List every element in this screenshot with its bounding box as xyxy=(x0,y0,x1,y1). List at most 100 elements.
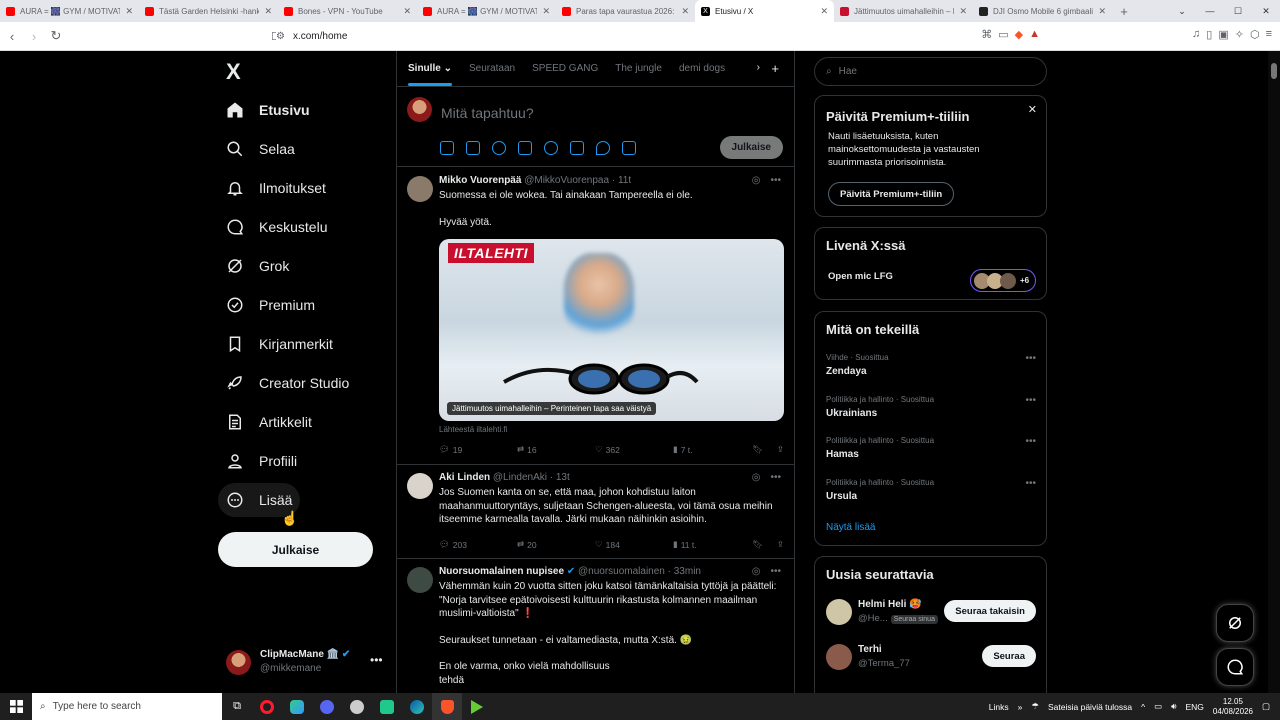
maximize-icon[interactable]: ☐ xyxy=(1224,0,1252,22)
grok-float-button[interactable] xyxy=(1216,604,1254,642)
trend-item[interactable]: Politiikka ja hallinto · Suosittua Hamas •… xyxy=(826,436,1036,460)
more-dots-icon[interactable]: ••• xyxy=(370,653,383,667)
nav-item-messages[interactable]: Keskustelu xyxy=(218,210,335,244)
publish-button[interactable]: Julkaise xyxy=(719,136,783,159)
chevron-icon[interactable]: » xyxy=(1018,702,1023,712)
messages-float-button[interactable] xyxy=(1216,648,1254,686)
app-icon[interactable] xyxy=(462,693,492,720)
windows-start-icon[interactable] xyxy=(0,693,32,720)
language-indicator[interactable]: ENG xyxy=(1186,702,1204,712)
close-icon[interactable]: ✕ xyxy=(1028,103,1037,116)
tweet[interactable]: Aki Linden @LindenAki · 13t ◎ ••• Jos Suo… xyxy=(397,465,794,559)
browser-tab[interactable]: DJI Osmo Mobile 6 gimbaali k ✕ xyxy=(973,0,1112,22)
translate-icon[interactable]: ⌘ xyxy=(981,28,992,41)
browser-tab[interactable]: Paras tapa vaurastua 2026: ra ✕ xyxy=(556,0,695,22)
close-window-icon[interactable]: ✕ xyxy=(1252,0,1280,22)
trend-item[interactable]: Viihde · Suosittua Zendaya ••• xyxy=(826,353,1036,377)
tweet[interactable]: Nuorsuomalainen nupisee ✔ @nuorsuomalain… xyxy=(397,559,794,693)
menu-icon[interactable]: ≡ xyxy=(1266,28,1272,41)
reload-icon[interactable]: ↻ xyxy=(46,28,66,44)
gif-icon[interactable] xyxy=(466,141,480,155)
more-dots-icon[interactable]: ••• xyxy=(770,566,781,577)
more-dots-icon[interactable]: ••• xyxy=(1025,478,1036,489)
views-button[interactable]: ▮ 7 t. xyxy=(673,444,751,455)
app-icon[interactable] xyxy=(372,693,402,720)
leo-icon[interactable]: ✧ xyxy=(1235,28,1244,41)
tweet-author[interactable]: Mikko Vuorenpää xyxy=(439,175,521,186)
vpn-icon[interactable]: ⬡ xyxy=(1250,28,1260,41)
poll-icon[interactable] xyxy=(518,141,532,155)
tab-search-icon[interactable]: ⌄ xyxy=(1168,0,1196,22)
nav-item-articles[interactable]: Artikkelit xyxy=(218,405,320,439)
browser-tab[interactable]: Tästä Garden Helsinki -hankke ✕ xyxy=(139,0,278,22)
links-toolbar[interactable]: Links xyxy=(989,702,1009,712)
nav-item-grok[interactable]: Grok xyxy=(218,249,297,283)
account-switcher[interactable]: ClipMacMane 🏛️ ✔ @mikkemane ••• xyxy=(226,643,386,681)
follow-button[interactable]: Seuraa xyxy=(982,645,1036,667)
reply-button[interactable]: 💬︎ 203 xyxy=(439,539,517,550)
follow-suggestion[interactable]: Helmi Heli 🥵 @He... Seuraa sinua Seuraa t… xyxy=(826,597,1036,629)
follow-suggestion[interactable]: Terhi @Terma_77 Seuraa xyxy=(826,642,1036,674)
taskbar-search[interactable]: ⌕ Type here to search xyxy=(32,693,222,720)
add-list-icon[interactable]: + xyxy=(771,61,779,76)
share-icon[interactable]: ⇪ xyxy=(777,539,784,550)
bookmark-icon[interactable]: 🔖︎ xyxy=(752,444,763,455)
reply-button[interactable]: 💬︎ 19 xyxy=(439,444,517,455)
grok-icon[interactable] xyxy=(492,141,506,155)
close-tab-icon[interactable]: ✕ xyxy=(1098,6,1106,17)
nav-item-creator-studio[interactable]: Creator Studio xyxy=(218,366,357,400)
show-more-link[interactable]: Näytä lisää xyxy=(826,522,875,533)
nav-item-explore[interactable]: Selaa xyxy=(218,132,303,166)
more-dots-icon[interactable]: ••• xyxy=(1025,353,1036,364)
like-button[interactable]: ♡ 184 xyxy=(595,539,673,550)
back-icon[interactable]: ‹ xyxy=(2,29,22,44)
tweet-author[interactable]: Aki Linden xyxy=(439,472,490,483)
location-icon[interactable] xyxy=(596,141,610,155)
browser-tab[interactable]: AURA = 🎆 GYM / MOTIVATIO ✕ xyxy=(0,0,139,22)
site-info-icon[interactable]: ⚙ xyxy=(276,31,285,42)
bookmark-icon[interactable]: 🔖︎ xyxy=(752,539,763,550)
grok-icon[interactable]: ◎ xyxy=(752,566,761,577)
flag-icon[interactable] xyxy=(622,141,636,155)
edge-icon[interactable] xyxy=(402,693,432,720)
brave-icon[interactable] xyxy=(432,693,462,720)
image-icon[interactable] xyxy=(440,141,454,155)
media-icon[interactable]: ♫ xyxy=(1192,28,1200,41)
tabs-scroll-right-icon[interactable]: › xyxy=(757,62,760,73)
post-button[interactable]: Julkaise xyxy=(218,532,373,567)
live-listeners[interactable]: +6 xyxy=(970,269,1036,292)
grok-icon[interactable]: ◎ xyxy=(752,175,761,186)
repost-button[interactable]: ⇄ 20 xyxy=(517,539,595,550)
opera-icon[interactable] xyxy=(252,693,282,720)
search-input[interactable]: ⌕ Hae xyxy=(814,57,1047,86)
browser-tab[interactable]: Jättimuutos uimahalleihin – P ✕ xyxy=(834,0,973,22)
share-icon[interactable]: ⇪ xyxy=(777,444,784,455)
close-tab-icon[interactable]: ✕ xyxy=(681,6,689,17)
app-icon[interactable] xyxy=(342,693,372,720)
sidebar-icon[interactable]: ▯ xyxy=(1206,28,1212,41)
x-logo[interactable]: X xyxy=(226,59,241,85)
nav-item-bookmarks[interactable]: Kirjanmerkit xyxy=(218,327,341,361)
browser-tab-active[interactable]: X Etusivu / X ✕ xyxy=(695,0,834,22)
clock[interactable]: 12.05 04/08/2026 xyxy=(1213,697,1253,717)
browser-tab[interactable]: Bones - VPN - YouTube ✕ xyxy=(278,0,417,22)
forward-icon[interactable]: › xyxy=(24,29,44,44)
grok-icon[interactable]: ◎ xyxy=(752,472,761,483)
repost-button[interactable]: ⇄ 16 xyxy=(517,444,595,455)
tweet-media-image[interactable]: ILTALEHTI Jättimuutos uimahalleihin – Pe… xyxy=(439,239,784,421)
more-dots-icon[interactable]: ••• xyxy=(770,175,781,186)
more-dots-icon[interactable]: ••• xyxy=(1025,436,1036,447)
discord-icon[interactable] xyxy=(312,693,342,720)
tray-expand-icon[interactable]: ^ xyxy=(1141,702,1145,712)
schedule-icon[interactable] xyxy=(570,141,584,155)
nav-item-home[interactable]: Etusivu xyxy=(218,93,318,127)
nav-item-notifications[interactable]: Ilmoitukset xyxy=(218,171,334,205)
minimize-icon[interactable]: — xyxy=(1196,0,1224,22)
brave-shield-icon[interactable]: ◆ xyxy=(1015,28,1023,41)
upgrade-premium-button[interactable]: Päivitä Premium+-tiliin xyxy=(828,182,955,206)
more-dots-icon[interactable]: ••• xyxy=(1025,395,1036,406)
scrollbar-thumb[interactable] xyxy=(1271,63,1277,79)
views-button[interactable]: ▮ 11 t. xyxy=(673,539,751,550)
nav-item-profile[interactable]: Profiili xyxy=(218,444,305,478)
close-tab-icon[interactable]: ✕ xyxy=(959,6,967,17)
